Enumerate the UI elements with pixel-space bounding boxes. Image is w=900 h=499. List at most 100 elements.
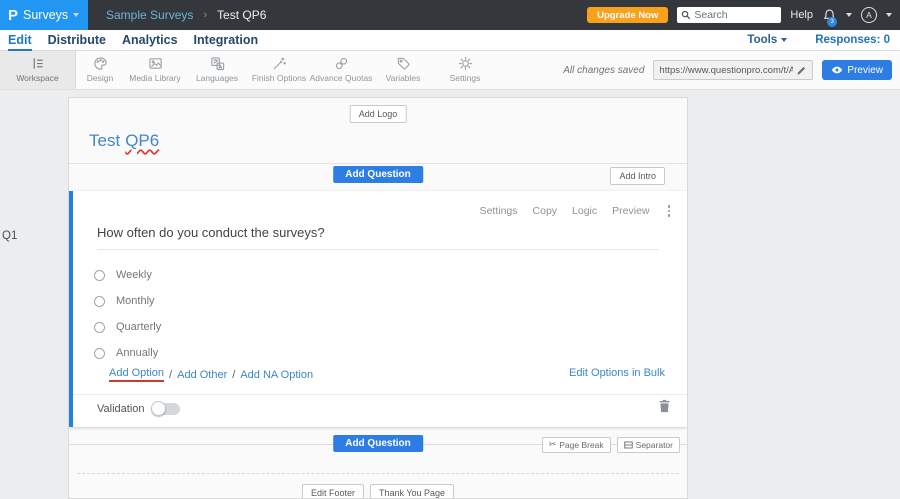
tag-icon	[397, 57, 409, 70]
add-logo-button[interactable]: Add Logo	[349, 105, 407, 123]
tools-menu[interactable]: Tools	[747, 34, 788, 46]
link-separator: /	[232, 368, 236, 381]
breadcrumb-current-survey: Test QP6	[217, 8, 267, 22]
gear-icon	[458, 56, 472, 71]
add-na-option-link[interactable]: Add NA Option	[240, 369, 313, 381]
survey-url-input[interactable]	[659, 64, 794, 76]
question-settings-link[interactable]: Settings	[480, 205, 518, 217]
search-icon	[682, 10, 691, 20]
chain-links-icon	[335, 57, 347, 70]
responses-count[interactable]: Responses: 0	[815, 34, 890, 46]
breadcrumb-folder[interactable]: Sample Surveys	[106, 8, 193, 22]
chevron-down-icon[interactable]	[886, 13, 892, 17]
question-copy-link[interactable]: Copy	[533, 205, 558, 217]
preview-label: Preview	[847, 64, 883, 76]
link-separator: /	[169, 368, 173, 381]
separator-icon	[623, 441, 633, 449]
question-menu: Settings Copy Logic Preview	[480, 204, 673, 218]
notification-badge: 3	[827, 16, 837, 27]
workspace-icon	[33, 58, 43, 69]
magic-wand-icon	[273, 57, 286, 70]
avatar[interactable]: A	[861, 7, 877, 23]
chevron-down-icon	[781, 38, 788, 42]
page-break-button[interactable]: ✂ Page Break	[541, 437, 611, 453]
answer-option-label[interactable]: Monthly	[116, 295, 155, 307]
insert-controls: ✂ Page Break Separator	[541, 437, 680, 453]
footer-controls: Edit Footer Thank You Page	[301, 484, 455, 498]
toolbar-item-label: Languages	[195, 73, 239, 83]
upgrade-now-button[interactable]: Upgrade Now	[587, 7, 669, 23]
search-box[interactable]	[677, 7, 782, 23]
toolbar-item-workspace[interactable]: Workspace	[0, 51, 76, 89]
pencil-icon[interactable]	[796, 65, 807, 76]
top-bar: P Surveys Sample Surveys › Test QP6 Upgr…	[0, 0, 900, 30]
notifications-button[interactable]: 3	[822, 8, 837, 27]
option-actions: Add Option / Add Other / Add NA Option	[109, 367, 313, 382]
tab-integration[interactable]: Integration	[194, 33, 259, 47]
search-input[interactable]	[694, 9, 778, 21]
toolbar-item-label: Advance Quotas	[309, 73, 373, 83]
chevron-down-icon[interactable]	[846, 13, 852, 17]
radio-button[interactable]	[94, 295, 105, 307]
edit-options-in-bulk-link[interactable]: Edit Options in Bulk	[569, 367, 665, 379]
radio-button[interactable]	[94, 269, 105, 281]
add-question-button-bottom[interactable]: Add Question	[333, 435, 423, 452]
toolbar-item-finish-options[interactable]: Finish Options	[248, 51, 310, 89]
questionpro-logo: P	[8, 6, 19, 24]
add-question-button-top[interactable]: Add Question	[333, 166, 423, 183]
survey-title-flagged-word: QP6	[125, 131, 160, 150]
separator-label: Separator	[635, 440, 673, 450]
tab-edit[interactable]: Edit	[8, 33, 32, 51]
add-other-link[interactable]: Add Other	[177, 369, 227, 381]
toolbar-item-variables[interactable]: Variables	[372, 51, 434, 89]
page-break-label: Page Break	[559, 440, 604, 450]
product-switcher[interactable]: P Surveys	[0, 0, 88, 30]
eye-icon	[832, 66, 843, 74]
palette-icon	[93, 57, 107, 70]
footer-dashed-divider	[77, 473, 679, 474]
toolbar-item-design[interactable]: Design	[76, 51, 124, 89]
help-link[interactable]: Help	[790, 9, 813, 21]
toolbar-item-label: Settings	[449, 73, 481, 83]
add-intro-button[interactable]: Add Intro	[610, 167, 665, 185]
answer-option-row: Quarterly	[94, 321, 161, 333]
toolbar-item-settings[interactable]: Settings	[434, 51, 496, 89]
survey-title[interactable]: Test QP6	[89, 131, 159, 151]
toolbar-item-media-library[interactable]: Media Library	[124, 51, 186, 89]
add-option-link[interactable]: Add Option	[109, 367, 165, 382]
answer-option-label[interactable]: Quarterly	[116, 321, 161, 333]
tools-label: Tools	[747, 34, 778, 46]
survey-page: Add Logo Test QP6 Add Question Add Intro …	[68, 97, 688, 499]
nav-right: Tools Responses: 0	[747, 34, 892, 46]
chevron-down-icon	[73, 13, 80, 17]
toolbar-item-label: Workspace	[16, 73, 59, 83]
trash-icon[interactable]	[658, 399, 671, 413]
validation-toggle[interactable]	[150, 401, 180, 416]
scissors-icon: ✂	[548, 440, 557, 450]
survey-title-text: Test	[89, 131, 121, 150]
answer-option-label[interactable]: Annually	[116, 347, 158, 359]
tab-analytics[interactable]: Analytics	[122, 33, 178, 47]
survey-url-box[interactable]	[653, 60, 814, 80]
product-menu-label: Surveys	[23, 8, 69, 22]
validation-row: Validation	[97, 401, 180, 416]
translate-icon	[210, 57, 224, 71]
toolbar-item-label: Media Library	[129, 73, 181, 83]
radio-button[interactable]	[94, 321, 105, 333]
question-preview-link[interactable]: Preview	[612, 205, 649, 217]
answer-option-row: Weekly	[94, 269, 152, 281]
separator-button[interactable]: Separator	[616, 437, 680, 453]
tab-distribute[interactable]: Distribute	[48, 33, 106, 47]
question-text[interactable]: How often do you conduct the surveys?	[97, 225, 659, 250]
thank-you-page-button[interactable]: Thank You Page	[369, 484, 455, 498]
answer-option-label[interactable]: Weekly	[116, 269, 152, 281]
question-logic-link[interactable]: Logic	[572, 205, 597, 217]
kebab-menu-icon[interactable]	[665, 204, 674, 218]
toolbar-right: All changes saved Preview	[563, 51, 900, 89]
preview-button[interactable]: Preview	[822, 60, 892, 80]
edit-footer-button[interactable]: Edit Footer	[301, 484, 364, 498]
toolbar-item-advance-quotas[interactable]: Advance Quotas	[310, 51, 372, 89]
toolbar-item-languages[interactable]: Languages	[186, 51, 248, 89]
radio-button[interactable]	[94, 347, 105, 359]
divider	[69, 163, 687, 164]
